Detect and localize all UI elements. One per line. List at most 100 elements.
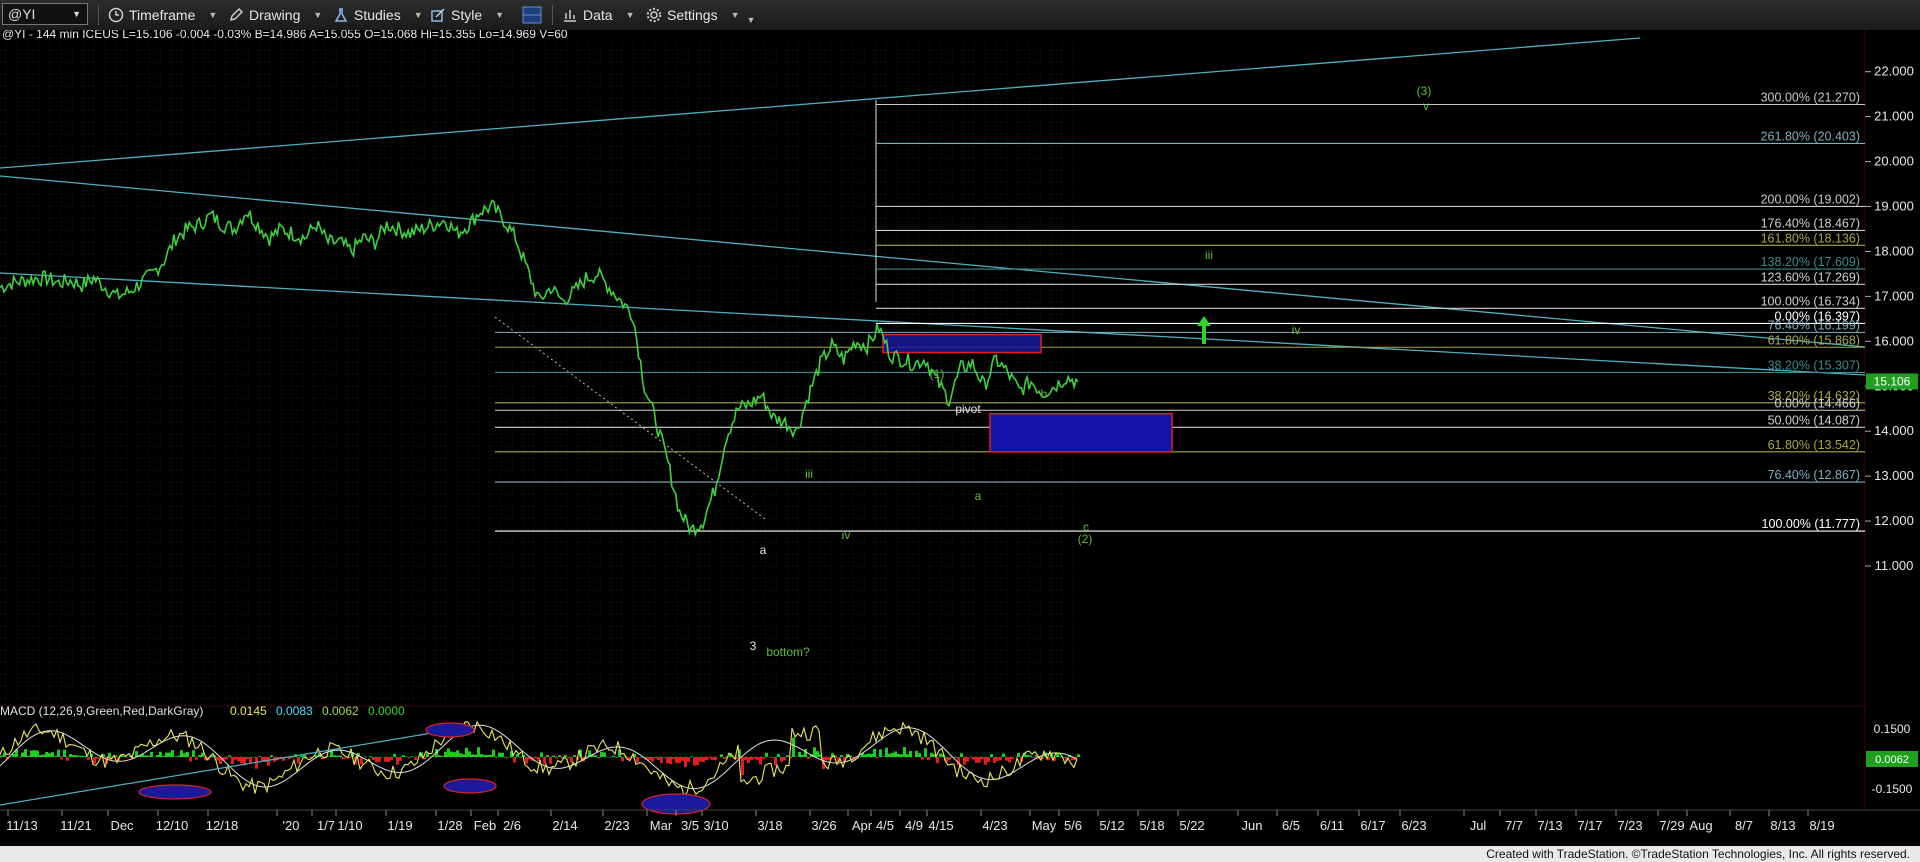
- chevron-down-icon: ▼: [313, 10, 323, 20]
- macd-histogram-bar: [801, 754, 804, 757]
- macd-histogram-bar: [42, 754, 45, 757]
- chevron-down-icon: ▼: [72, 9, 81, 19]
- wave-label: 3: [750, 639, 757, 653]
- macd-histogram-bar: [156, 754, 159, 757]
- time-tick-label: 7/29: [1659, 818, 1684, 833]
- timeframe-menu[interactable]: Timeframe ▼: [108, 4, 217, 26]
- macd-histogram-bar: [768, 757, 771, 758]
- macd-value-4: 0.0000: [368, 704, 405, 718]
- macd-histogram-bar: [603, 752, 606, 757]
- macd-histogram-bar: [993, 757, 996, 764]
- last-price-value: 15.106: [1874, 374, 1911, 388]
- style-menu[interactable]: Style ▼: [430, 4, 504, 26]
- macd-histogram-bar: [891, 752, 894, 757]
- time-tick-label: 2/23: [604, 818, 629, 833]
- macd-histogram-bar: [540, 752, 543, 757]
- macd-histogram-bar: [684, 757, 687, 768]
- macd-histogram-bar: [552, 755, 555, 757]
- macd-histogram-bar: [996, 757, 999, 761]
- macd-histogram-bar: [468, 751, 471, 757]
- macd-value-2: 0.0083: [276, 704, 313, 718]
- macd-histogram-bar: [1077, 754, 1080, 757]
- fib-label: 138.20% (17.609): [1761, 255, 1860, 269]
- macd-histogram-bar: [1056, 753, 1059, 757]
- macd-tick-low: -0.1500: [1872, 782, 1913, 796]
- divergence-ellipse: [425, 722, 475, 738]
- style-label: Style: [451, 7, 483, 23]
- macd-histogram-bar: [225, 757, 228, 760]
- macd-histogram-bar: [990, 754, 993, 757]
- macd-histogram-bar: [69, 754, 72, 757]
- price-tick-label: 13.000: [1874, 468, 1914, 483]
- layout-button[interactable]: [522, 4, 542, 26]
- macd-histogram-bar: [150, 751, 153, 757]
- macd-histogram-bar: [387, 757, 390, 763]
- time-tick-label: 7/13: [1537, 818, 1562, 833]
- fib-label: 300.00% (21.270): [1761, 91, 1860, 105]
- macd-tick-high: 0.1500: [1874, 722, 1911, 736]
- macd-histogram-bar: [60, 757, 63, 760]
- time-tick-label: Aug: [1689, 818, 1712, 833]
- macd-histogram-bar: [228, 755, 231, 757]
- time-tick-label: Mar: [650, 818, 673, 833]
- price-chart[interactable]: 300.00% (21.270) 261.80% (20.403) 200.00% …: [0, 30, 1920, 846]
- macd-histogram-bar: [546, 755, 549, 757]
- macd-histogram-bar: [1032, 757, 1035, 758]
- time-tick-label: 12/18: [206, 818, 239, 833]
- macd-histogram-bar: [504, 757, 507, 759]
- studies-menu[interactable]: Studies ▼: [333, 4, 423, 26]
- macd-histogram-bar: [915, 750, 918, 757]
- studies-label: Studies: [354, 7, 401, 23]
- drawing-menu[interactable]: Drawing ▼: [228, 4, 322, 26]
- macd-histogram-bar: [189, 757, 192, 762]
- macd-histogram-bar: [963, 757, 966, 765]
- macd-histogram-bar: [954, 757, 957, 759]
- macd-histogram-bar: [486, 754, 489, 757]
- settings-menu[interactable]: Settings ▼ ▼: [646, 4, 755, 26]
- macd-histogram-bar: [678, 757, 681, 764]
- macd-histogram-bar: [999, 757, 1002, 761]
- macd-histogram-bar: [621, 757, 624, 762]
- macd-histogram-bar: [708, 757, 711, 759]
- time-tick-label: 11/21: [60, 818, 92, 833]
- chevron-down-icon: ▼: [495, 10, 505, 20]
- macd-histogram-bar: [564, 754, 567, 757]
- macd-histogram-bar: [1026, 754, 1029, 757]
- macd-histogram-bar: [663, 757, 666, 758]
- macd-histogram-bar: [21, 752, 24, 757]
- macd-value-1: 0.0145: [230, 704, 267, 718]
- symbol-input[interactable]: @YI ▼: [2, 3, 88, 25]
- time-tick-label: 6/23: [1401, 818, 1426, 833]
- macd-histogram-bar: [555, 757, 558, 759]
- more-menu-icon[interactable]: ▼: [747, 15, 756, 25]
- macd-histogram-bar: [411, 756, 414, 757]
- macd-histogram-bar: [51, 752, 54, 757]
- macd-histogram-bar: [966, 757, 969, 762]
- drawing-label: Drawing: [249, 7, 301, 23]
- macd-histogram-bar: [18, 757, 21, 758]
- macd-histogram-bar: [492, 749, 495, 757]
- macd-histogram-bar: [939, 753, 942, 757]
- macd-histogram-bar: [39, 755, 42, 757]
- price-tick-label: 21.000: [1874, 109, 1914, 124]
- time-tick-label: 3/5: [681, 818, 699, 833]
- macd-histogram-bar: [201, 752, 204, 757]
- macd-histogram-bar: [501, 753, 504, 757]
- macd-histogram-bar: [237, 757, 240, 762]
- macd-histogram-bar: [48, 753, 51, 757]
- last-price-tag: 15.106: [1866, 373, 1918, 390]
- macd-histogram-bar: [45, 751, 48, 757]
- macd-histogram-bar: [948, 757, 951, 761]
- macd-histogram-bar: [774, 757, 777, 766]
- data-menu[interactable]: Data ▼: [562, 4, 635, 26]
- clock-icon: [108, 7, 124, 23]
- macd-histogram-bar: [342, 757, 345, 760]
- macd-histogram-bar: [651, 757, 654, 762]
- macd-histogram-bar: [216, 757, 219, 761]
- macd-histogram-bar: [876, 757, 879, 759]
- macd-histogram-bar: [699, 757, 702, 762]
- macd-histogram-bar: [702, 757, 705, 763]
- macd-last-value: 0.0062: [1875, 754, 1909, 766]
- macd-histogram-bar: [636, 757, 639, 763]
- macd-histogram-bar: [291, 757, 294, 759]
